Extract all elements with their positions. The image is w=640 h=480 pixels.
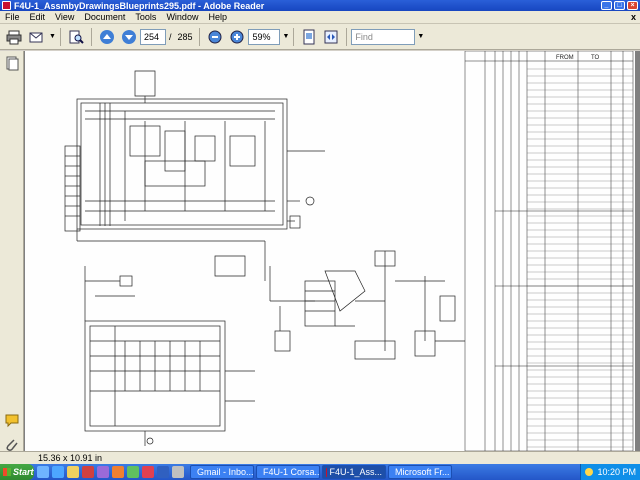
start-label: Start (13, 467, 34, 477)
toolbar-separator (346, 27, 348, 46)
task-gmail[interactable]: Gmail - Inbo... (190, 465, 254, 479)
task-microsoft[interactable]: Microsoft Fr... (388, 465, 452, 479)
quicklaunch-app-icon[interactable] (97, 466, 109, 478)
status-bar: 15.36 x 10.91 in (0, 451, 640, 464)
adobe-reader-icon (2, 1, 11, 10)
fit-page-icon (303, 29, 315, 44)
taskbar: Start Gmail - Inbo... F4U-1 Corsa... F4U… (0, 464, 640, 480)
search-button[interactable] (66, 27, 86, 47)
fit-width-icon (324, 30, 338, 43)
task-corsair-folder[interactable]: F4U-1 Corsa... (256, 465, 320, 479)
start-button[interactable]: Start (0, 464, 34, 480)
task-label: F4U-1_Ass... (329, 467, 382, 477)
menu-view[interactable]: View (50, 12, 79, 22)
previous-page-button[interactable] (97, 27, 117, 47)
table-header-from: FROM (556, 55, 574, 61)
print-button[interactable] (4, 27, 24, 47)
toolbar: ▼ 254 / 285 59% ▼ Find ▼ (0, 24, 640, 50)
task-label: Gmail - Inbo... (197, 467, 254, 477)
quicklaunch-ie-icon[interactable] (52, 466, 64, 478)
task-adobe-reader[interactable]: F4U-1_Ass... (322, 465, 386, 479)
fit-width-button[interactable] (321, 27, 341, 47)
zoom-level-input[interactable]: 59% (248, 28, 281, 45)
page-separator: / (168, 31, 172, 42)
zoom-in-button[interactable] (227, 27, 247, 47)
search-document-icon (69, 30, 84, 44)
table-header-to: TO (591, 55, 600, 61)
arrow-down-icon (121, 29, 136, 44)
quicklaunch-app3-icon[interactable] (142, 466, 154, 478)
task-label: Microsoft Fr... (395, 467, 450, 477)
pdf-page: FROM TO (25, 51, 635, 451)
menu-document[interactable]: Document (79, 12, 130, 22)
page-number-input[interactable]: 254 (139, 28, 166, 45)
clock: 10:20 PM (597, 467, 636, 477)
toolbar-separator (199, 27, 201, 46)
find-dropdown-icon[interactable]: ▼ (417, 33, 424, 40)
comments-panel-icon[interactable] (4, 412, 20, 428)
windows-logo-icon (3, 468, 11, 476)
navigation-pane (0, 51, 24, 451)
zoom-out-icon (208, 30, 222, 43)
document-viewport[interactable]: FROM TO (24, 51, 640, 451)
quicklaunch-app2-icon[interactable] (127, 466, 139, 478)
system-tray: 10:20 PM (580, 464, 640, 480)
email-dropdown-icon[interactable]: ▼ (49, 33, 56, 40)
toolbar-separator (293, 27, 295, 46)
zoom-dropdown-icon[interactable]: ▼ (282, 33, 289, 40)
next-page-button[interactable] (119, 27, 139, 47)
find-input[interactable]: Find (351, 28, 416, 45)
quicklaunch-desktop-icon[interactable] (37, 466, 49, 478)
quicklaunch-app5-icon[interactable] (172, 466, 184, 478)
close-button[interactable]: × (627, 1, 638, 10)
menu-edit[interactable]: Edit (25, 12, 51, 22)
zoom-in-icon (230, 30, 244, 43)
wiring-diagram: FROM TO (64, 51, 634, 451)
toolbar-separator (90, 27, 92, 46)
menu-help[interactable]: Help (203, 12, 232, 22)
window-title: F4U-1_AssmbyDrawingsBlueprints295.pdf - … (14, 0, 265, 11)
fit-page-button[interactable] (299, 27, 319, 47)
email-icon (29, 32, 43, 42)
menu-bar: File Edit View Document Tools Window Hel… (0, 11, 640, 24)
menu-tools[interactable]: Tools (130, 12, 161, 22)
toolbar-separator (59, 27, 61, 46)
zoom-out-button[interactable] (205, 27, 225, 47)
minimize-button[interactable]: _ (601, 1, 612, 10)
tray-icon[interactable] (585, 468, 594, 476)
menu-file[interactable]: File (0, 12, 25, 22)
arrow-up-icon (99, 29, 114, 44)
quicklaunch-explorer-icon[interactable] (67, 466, 79, 478)
quicklaunch-app4-icon[interactable] (157, 466, 169, 478)
pages-panel-icon[interactable] (4, 55, 20, 71)
title-bar: F4U-1_AssmbyDrawingsBlueprints295.pdf - … (0, 0, 640, 11)
task-label: F4U-1 Corsa... (263, 467, 320, 477)
menu-window[interactable]: Window (161, 12, 203, 22)
total-pages: 285 (177, 31, 193, 42)
quicklaunch-firefox-icon[interactable] (112, 466, 124, 478)
maximize-button[interactable]: □ (614, 1, 625, 10)
document-close-icon[interactable]: x (626, 12, 640, 22)
page-size-label: 15.36 x 10.91 in (38, 453, 103, 463)
quicklaunch-media-icon[interactable] (82, 466, 94, 478)
email-button[interactable] (26, 27, 46, 47)
print-icon (6, 30, 22, 44)
